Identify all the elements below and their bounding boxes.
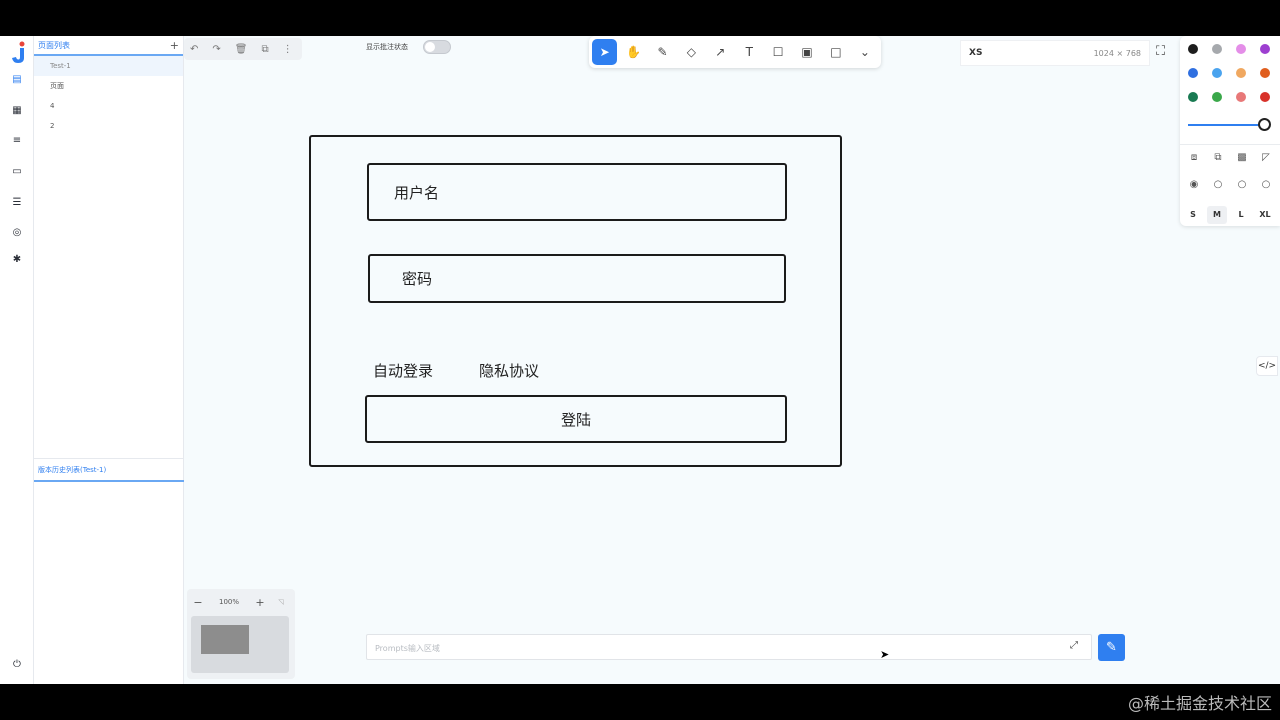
pages-panel-title: 页面列表 xyxy=(38,40,70,50)
zoom-out-button[interactable]: − xyxy=(187,596,209,609)
text-tool-icon[interactable]: T xyxy=(737,39,762,65)
add-page-button[interactable]: + xyxy=(170,39,179,52)
select-tool-icon[interactable]: ➤ xyxy=(592,39,618,65)
zoom-in-button[interactable]: + xyxy=(249,596,271,609)
note-tool-icon[interactable]: ☐ xyxy=(765,39,790,65)
drawing-toolbar: ➤ ✋ ✎ ◇ ↗ T ☐ ▣ □ ⌄ xyxy=(589,36,881,68)
color-swatch[interactable] xyxy=(1236,44,1246,54)
redo-icon[interactable]: ↷ xyxy=(212,44,220,55)
size-option-m[interactable]: M xyxy=(1207,206,1227,224)
auto-login-text[interactable]: 自动登录 xyxy=(373,360,433,381)
pages-panel-header: 页面列表 + xyxy=(34,36,183,56)
fill-solid-icon[interactable]: ▩ xyxy=(1236,152,1248,164)
pen-icon: ✎ xyxy=(1106,640,1117,655)
grid-icon[interactable]: ▦ xyxy=(10,104,24,118)
annotation-toggle-label: 显示批注状态 xyxy=(366,43,408,51)
more-tools-chevron-icon[interactable]: ⌄ xyxy=(852,39,877,65)
color-swatch[interactable] xyxy=(1188,44,1198,54)
component-icon[interactable]: ◎ xyxy=(10,226,24,240)
power-icon[interactable]: ⏻ xyxy=(10,658,24,672)
list-icon[interactable]: ≡ xyxy=(10,134,24,148)
color-swatch[interactable] xyxy=(1236,68,1246,78)
color-swatch[interactable] xyxy=(1188,68,1198,78)
stroke-dashed-icon[interactable]: ○ xyxy=(1212,179,1224,191)
arrow-tool-icon[interactable]: ↗ xyxy=(708,39,733,65)
app-frame: ▤ ▦ ≡ ▭ ☰ ◎ ✱ ⏻ 页面列表 + Test-1 页面 4 2 版本历… xyxy=(0,36,1280,684)
color-swatch[interactable] xyxy=(1212,44,1222,54)
fill-semi-icon[interactable]: ⧉ xyxy=(1212,152,1224,164)
opacity-slider-track[interactable] xyxy=(1188,124,1264,126)
password-placeholder: 密码 xyxy=(402,270,433,288)
username-input-wireframe[interactable]: 用户名 xyxy=(367,163,787,221)
page-item-2[interactable]: 2 xyxy=(34,116,183,136)
color-swatch[interactable] xyxy=(1212,68,1222,78)
copy-icon[interactable]: ⧉ xyxy=(261,44,268,55)
color-swatch[interactable] xyxy=(1260,44,1270,54)
zoom-level: 100% xyxy=(218,598,239,606)
bottom-bar xyxy=(0,684,1280,720)
pencil-tool-icon[interactable]: ✎ xyxy=(650,39,675,65)
minimap-viewport[interactable] xyxy=(201,625,249,654)
fill-pattern-icon[interactable]: ◸ xyxy=(1260,152,1272,164)
minimap-toggle-icon[interactable]: ◹ xyxy=(271,598,291,606)
size-option-l[interactable]: L xyxy=(1231,206,1251,224)
color-swatch[interactable] xyxy=(1260,92,1270,102)
pages-icon[interactable]: ▤ xyxy=(10,73,24,87)
image-tool-icon[interactable]: ▣ xyxy=(794,39,819,65)
mouse-cursor-icon: ➤ xyxy=(880,648,890,661)
more-icon[interactable]: ⋮ xyxy=(283,44,293,55)
device-size-dimensions: 1024 × 768 xyxy=(1093,48,1141,58)
color-swatch[interactable] xyxy=(1236,92,1246,102)
toggle-knob xyxy=(425,42,435,52)
login-button-label: 登陆 xyxy=(560,410,591,429)
table-icon[interactable]: ☰ xyxy=(10,196,24,210)
prompt-placeholder: Prompts输入区域 xyxy=(375,644,440,653)
annotation-toggle[interactable] xyxy=(423,40,451,54)
zoom-row: − 100% + ◹ xyxy=(187,595,295,609)
page-item-test-1[interactable]: Test-1 xyxy=(34,56,183,76)
delete-icon[interactable]: 🗑 xyxy=(235,44,248,55)
color-swatch[interactable] xyxy=(1188,92,1198,102)
expand-icon[interactable]: ⤢ xyxy=(1070,640,1078,651)
code-view-icon[interactable]: </> xyxy=(1256,356,1278,376)
monitor-icon[interactable]: ▭ xyxy=(10,165,24,179)
stroke-solid-icon[interactable]: ◉ xyxy=(1188,179,1200,191)
undo-icon[interactable]: ↶ xyxy=(190,44,198,55)
page-item-page[interactable]: 页面 xyxy=(34,76,183,96)
hand-tool-icon[interactable]: ✋ xyxy=(621,39,646,65)
eraser-tool-icon[interactable]: ◇ xyxy=(679,39,704,65)
pages-panel: 页面列表 + Test-1 页面 4 2 版本历史列表(Test-1) xyxy=(34,36,184,684)
style-panel: ⧈ ⧉ ▩ ◸ ◉ ○ ○ ○ S M L XL xyxy=(1180,36,1280,226)
prompt-input[interactable]: Prompts输入区域 xyxy=(366,634,1092,660)
privacy-text[interactable]: 隐私协议 xyxy=(479,360,539,381)
opacity-slider-knob[interactable] xyxy=(1258,118,1271,131)
divider xyxy=(1180,144,1280,145)
version-history-tab[interactable]: 版本历史列表(Test-1) xyxy=(34,458,184,482)
watermark: @稀土掘金技术社区 xyxy=(1127,694,1272,713)
app-logo-icon xyxy=(12,41,25,63)
username-placeholder: 用户名 xyxy=(394,183,440,202)
fill-none-icon[interactable]: ⧈ xyxy=(1188,152,1200,164)
size-option-xl[interactable]: XL xyxy=(1255,206,1275,224)
stroke-dotted-icon[interactable]: ○ xyxy=(1236,179,1248,191)
password-input-wireframe[interactable]: 密码 xyxy=(368,254,786,303)
zoom-controls: − 100% + ◹ xyxy=(187,589,295,679)
color-swatch[interactable] xyxy=(1260,68,1270,78)
generate-button[interactable]: ✎ xyxy=(1098,634,1125,661)
size-option-s[interactable]: S xyxy=(1183,206,1203,224)
edit-tools: ↶ ↷ 🗑 ⧉ ⋮ xyxy=(184,38,302,60)
minimap[interactable] xyxy=(191,616,289,673)
color-swatch[interactable] xyxy=(1212,92,1222,102)
device-size-name: XS xyxy=(969,48,983,58)
login-button-wireframe[interactable]: 登陆 xyxy=(365,395,787,443)
left-rail: ▤ ▦ ≡ ▭ ☰ ◎ ✱ ⏻ xyxy=(0,36,34,684)
device-size-select[interactable]: XS 1024 × 768 xyxy=(960,40,1150,66)
stroke-draw-icon[interactable]: ○ xyxy=(1260,179,1272,191)
fullscreen-icon[interactable]: ⛶ xyxy=(1156,44,1165,59)
page-item-4[interactable]: 4 xyxy=(34,96,183,116)
rectangle-tool-icon[interactable]: □ xyxy=(823,39,848,65)
settings-icon[interactable]: ✱ xyxy=(10,253,24,267)
